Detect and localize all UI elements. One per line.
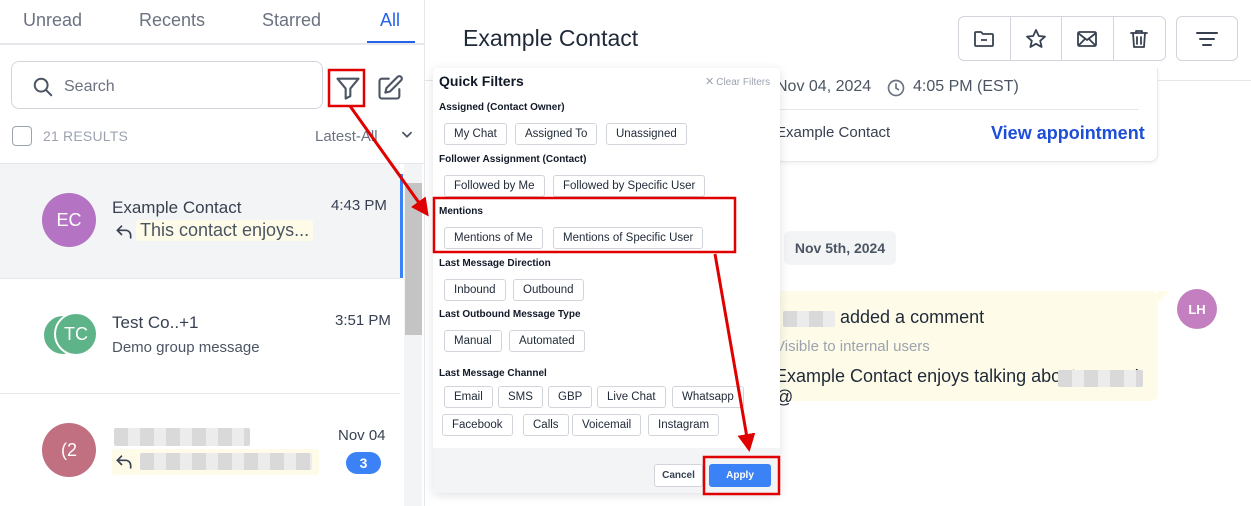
conversation-preview: Demo group message [112,339,260,356]
comment-action: added a comment [840,307,985,327]
date-separator: Nov 5th, 2024 [784,231,896,265]
conversation-name: Example Contact [112,198,242,217]
clock-icon [887,79,905,97]
filter-voicemail[interactable]: Voicemail [572,414,642,436]
folder-button[interactable] [959,17,1011,60]
filter-mentions-of-specific-user[interactable]: Mentions of Specific User [553,227,704,249]
conversation-item[interactable]: EC Example Contact 4:43 PM This contact … [0,164,400,278]
section-last-message-channel: Last Message Channel [439,368,547,379]
reply-arrow-icon [116,225,132,239]
redacted-preview [140,453,312,470]
filter-automated[interactable]: Automated [509,330,585,352]
filter-inbound[interactable]: Inbound [444,279,506,301]
conversation-tabs: Unread Recents Starred All [0,0,425,45]
contact-title: Example Contact [463,25,639,51]
filter-icon[interactable] [334,74,362,102]
view-appointment-link[interactable]: View appointment [991,123,1145,144]
quick-filters-popover: Quick Filters ✕ Clear Filters Assigned (C… [433,68,780,493]
filter-email[interactable]: Email [444,386,493,408]
avatar: EC [42,193,96,247]
comment-visibility: Visible to internal users [775,338,930,355]
appointment-card: Nov 04, 2024 4:05 PM (EST) Example Conta… [775,68,1158,162]
section-mentions: Mentions [439,206,483,217]
comment-tail [1158,291,1170,303]
comment-author-avatar: LH [1177,289,1217,329]
filter-followed-by-specific-user[interactable]: Followed by Specific User [553,175,706,197]
star-button[interactable] [1011,17,1062,60]
section-follower-assignment: Follower Assignment (Contact) [439,154,587,165]
section-assigned: Assigned (Contact Owner) [439,102,565,113]
filter-manual[interactable]: Manual [444,330,502,352]
internal-comment: added a comment Visible to internal user… [775,291,1158,407]
cancel-button[interactable]: Cancel [654,464,703,487]
quick-filters-title: Quick Filters [439,73,524,89]
conversation-preview: This contact enjoys... [136,220,314,241]
filter-menu-button[interactable] [1176,16,1238,61]
appointment-date: Nov 04, 2024 [776,78,872,95]
redacted-name [114,428,250,446]
tab-starred[interactable]: Starred [262,10,321,31]
section-last-outbound-message-type: Last Outbound Message Type [439,309,581,320]
selected-indicator [400,174,403,278]
email-button[interactable] [1062,17,1114,60]
compose-icon[interactable] [376,74,404,102]
conversation-name: Test Co..+1 [112,313,199,332]
mail-icon [1077,30,1098,47]
results-count: 21 RESULTS [43,128,128,144]
filter-followed-by-me[interactable]: Followed by Me [444,175,545,197]
conversation-item[interactable]: (2 Nov 04 3 [0,394,400,506]
conversation-time: Nov 04 [338,427,386,444]
tab-all[interactable]: All [380,10,400,31]
redacted-author [783,311,835,327]
search-icon [33,77,53,97]
appointment-time: 4:05 PM (EST) [913,78,1019,95]
scrollbar-thumb[interactable] [405,183,422,335]
filter-lines-icon [1196,31,1218,46]
close-icon: ✕ [705,76,715,88]
star-icon [1025,28,1046,48]
reply-arrow-icon [116,455,132,469]
filter-my-chat[interactable]: My Chat [444,123,507,145]
tab-recents[interactable]: Recents [139,10,205,31]
header-action-group [958,16,1166,61]
conversation-time: 3:51 PM [335,312,391,329]
clear-filters-label: Clear Filters [716,77,771,88]
conversation-item[interactable]: TC Test Co..+1 3:51 PM Demo group messag… [0,279,400,393]
filter-unassigned[interactable]: Unassigned [606,123,687,145]
clear-filters-button[interactable]: ✕ Clear Filters [705,75,770,88]
search-input[interactable]: Search [11,61,323,109]
quick-filters-footer: Cancel Apply [433,448,780,493]
filter-assigned-to[interactable]: Assigned To [515,123,598,145]
apply-button[interactable]: Apply [709,464,771,487]
chevron-down-icon[interactable] [400,128,414,142]
conversation-list-panel: Unread Recents Starred All Search 21 RES… [0,0,425,506]
appointment-divider [776,109,1139,110]
unread-count-badge: 3 [346,452,381,474]
select-all-checkbox[interactable] [12,126,32,146]
folder-icon [974,30,995,47]
filter-instagram[interactable]: Instagram [648,414,720,436]
filter-whatsapp[interactable]: Whatsapp [672,386,744,408]
sort-dropdown[interactable]: Latest-All [315,128,378,145]
filter-mentions-of-me[interactable]: Mentions of Me [444,227,543,249]
trash-icon [1130,29,1149,48]
results-row: 21 RESULTS Latest-All [12,124,417,148]
filter-calls[interactable]: Calls [523,414,569,436]
active-tab-indicator [367,41,415,43]
section-last-message-direction: Last Message Direction [439,258,551,269]
appointment-contact: Example Contact [776,124,891,141]
search-placeholder: Search [64,78,115,95]
filter-sms[interactable]: SMS [498,386,543,408]
filter-live-chat[interactable]: Live Chat [597,386,666,408]
conversation-time: 4:43 PM [331,197,387,214]
tab-unread[interactable]: Unread [23,10,82,31]
filter-outbound[interactable]: Outbound [513,279,584,301]
avatar: TC [54,312,98,356]
delete-button[interactable] [1114,17,1166,60]
avatar: (2 [42,423,96,477]
redacted-mention [1058,370,1143,387]
filter-gbp[interactable]: GBP [548,386,593,408]
filter-facebook[interactable]: Facebook [442,414,513,436]
